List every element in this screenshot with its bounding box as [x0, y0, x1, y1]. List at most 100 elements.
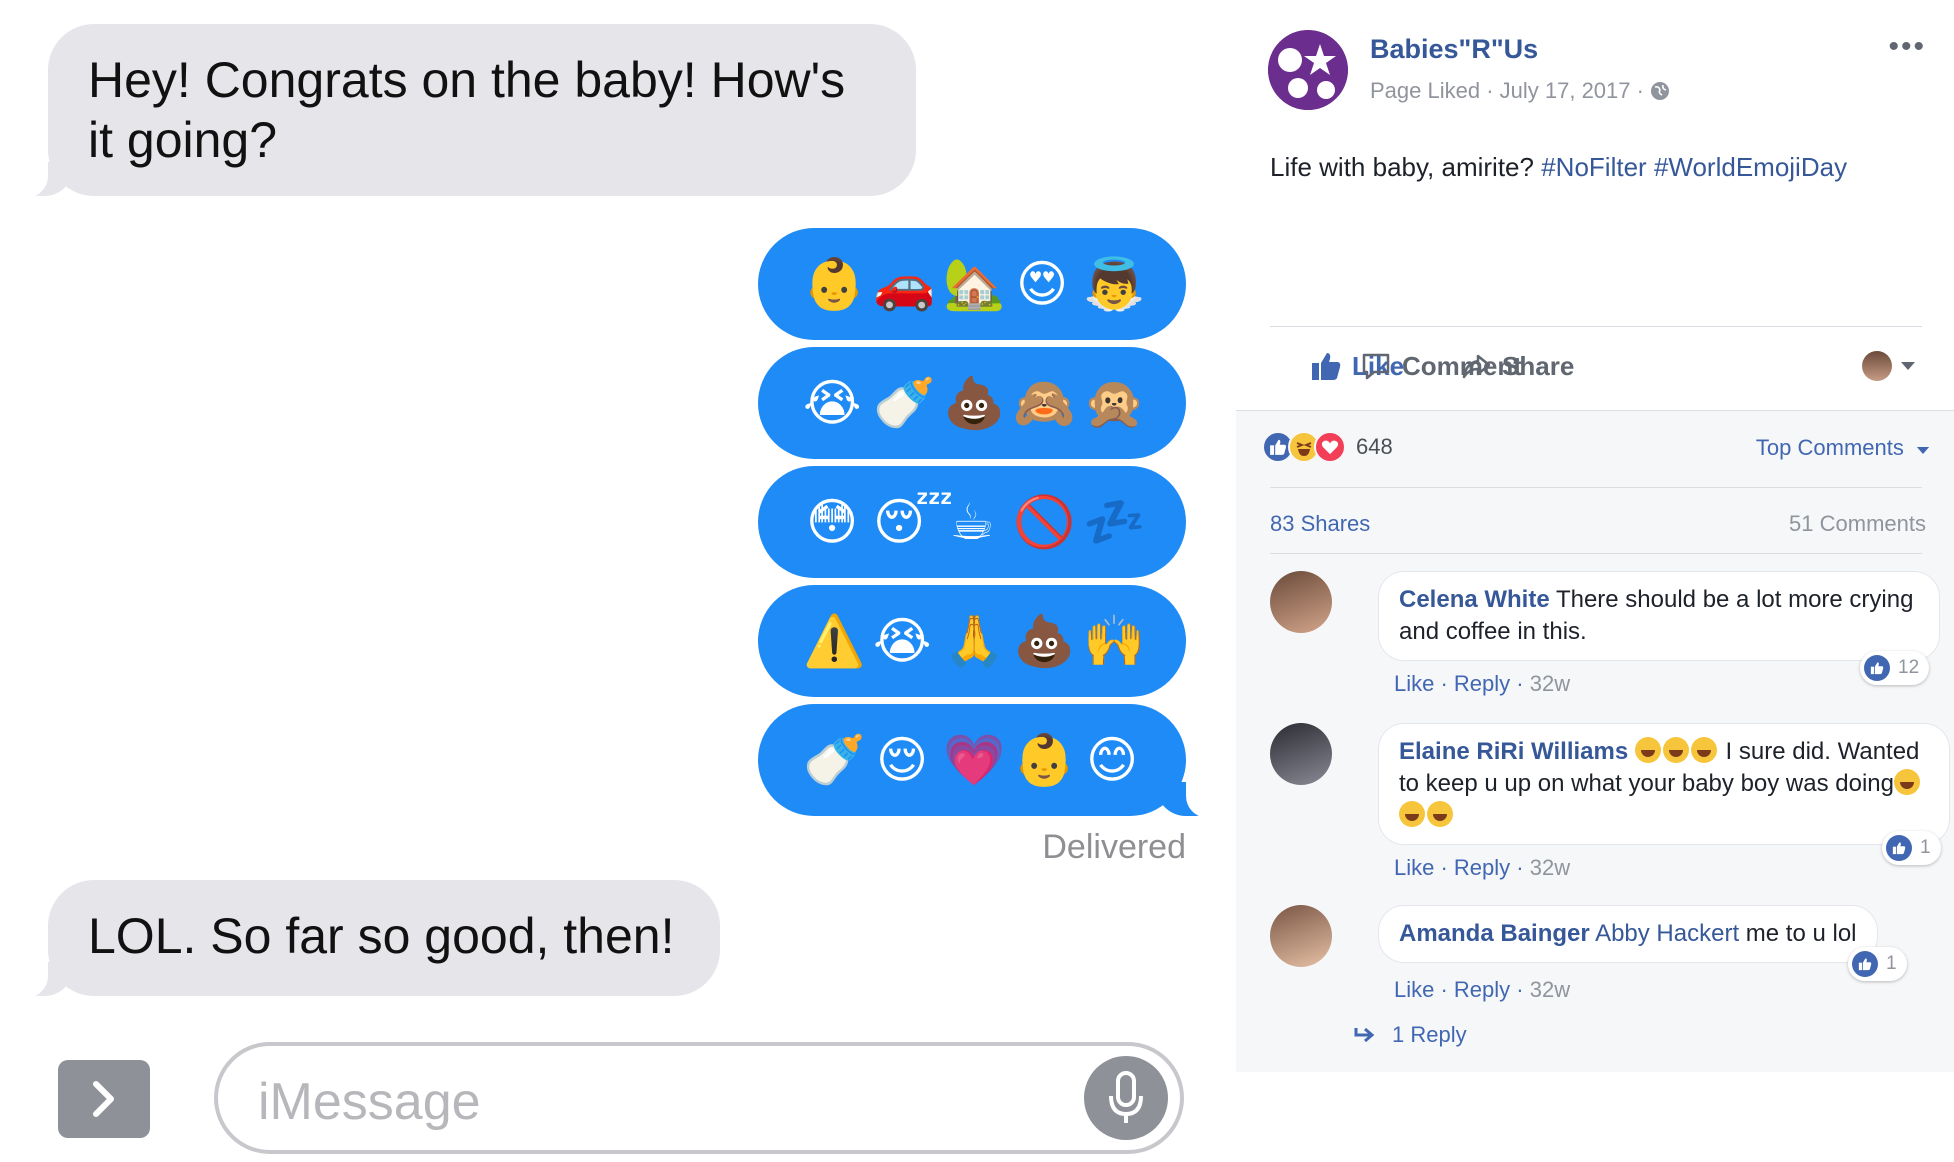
more-options-icon[interactable]: ••• — [1888, 30, 1926, 64]
emoji: 💩 — [1013, 611, 1076, 670]
comments-section: 648 Top Comments 83 Shares 51 Comments C… — [1236, 410, 1954, 1072]
page-avatar[interactable] — [1268, 30, 1348, 110]
outgoing-emoji-bubble: 😳 😴 ☕ 🚫 💤 — [758, 466, 1186, 578]
emoji: 👼 — [1083, 254, 1146, 313]
emoji: 🙈 — [1013, 373, 1076, 432]
outgoing-emoji-bubble: 😭 🍼 💩 🙈 🙊 — [758, 347, 1186, 459]
comment-reply-link[interactable]: Reply — [1454, 977, 1510, 1002]
comment-like-link[interactable]: Like — [1394, 977, 1434, 1002]
shares-count[interactable]: 83 Shares — [1270, 511, 1370, 537]
emoji: ☕ — [949, 493, 995, 551]
page-name[interactable]: Babies"R"Us — [1370, 34, 1538, 65]
avatar[interactable] — [1270, 905, 1332, 967]
reaction-count: 648 — [1356, 434, 1393, 459]
incoming-message-bubble: LOL. So far so good, then! — [18, 880, 720, 998]
emoji: 🙏 — [943, 611, 1006, 670]
comment-reply-link[interactable]: Reply — [1454, 671, 1510, 696]
emoji: 👶 — [803, 254, 866, 313]
tagged-user-link[interactable]: Abby Hackert — [1595, 920, 1739, 947]
babies-r-us-logo-icon — [1268, 30, 1348, 110]
emoji: 💗 — [943, 730, 1006, 789]
comment-like-count[interactable]: 1 — [1848, 947, 1907, 981]
thumbs-up-icon — [1864, 655, 1890, 681]
emoji: 🙌 — [1083, 611, 1146, 670]
reactions-summary[interactable]: 648 — [1262, 431, 1393, 463]
facebook-post: Babies"R"Us Page Liked · July 17, 2017 ·… — [1236, 0, 1954, 1162]
comment-actions: Like · Reply · 32w — [1394, 671, 1571, 696]
post-body: Life with baby, amirite? — [1270, 152, 1534, 182]
message-text: LOL. So far so good, then! — [88, 908, 675, 964]
emoji: 😭 — [873, 612, 932, 670]
post-text: Life with baby, amirite? #NoFilter #Worl… — [1270, 152, 1847, 183]
comment-bubble: Amanda Bainger Abby Hackert me to u lol — [1378, 905, 1878, 963]
chevron-right-icon — [93, 1081, 114, 1117]
like-count: 12 — [1898, 657, 1920, 678]
emoji: 😊 — [1085, 731, 1139, 789]
comment-like-link[interactable]: Like — [1394, 671, 1434, 696]
expand-apps-button[interactable] — [58, 1060, 150, 1138]
divider — [1270, 553, 1922, 554]
divider — [1270, 487, 1922, 488]
comment-bubble: Elaine RiRi Williams I sure did. Wanted … — [1378, 723, 1950, 845]
comment-author[interactable]: Celena White — [1399, 586, 1550, 613]
laughing-emoji-icon — [1634, 737, 1719, 765]
comment-reply-link[interactable]: Reply — [1454, 855, 1510, 880]
comment-author[interactable]: Amanda Bainger — [1399, 920, 1590, 947]
comment-time: 32w — [1529, 671, 1571, 696]
comment-icon — [1362, 353, 1390, 380]
emoji: 🚗 — [873, 254, 936, 313]
comment-author[interactable]: Elaine RiRi Williams — [1399, 738, 1628, 765]
emoji: 👶 — [1013, 730, 1076, 789]
avatar[interactable] — [1270, 723, 1332, 785]
emoji: ⚠️ — [803, 611, 866, 670]
love-reaction-icon — [1314, 431, 1346, 463]
emoji: 🚫 — [1013, 492, 1076, 551]
emoji: 🍼 — [803, 730, 866, 789]
post-actions: Like Comment Share — [1270, 336, 1922, 396]
top-comments-dropdown[interactable]: Top Comments — [1756, 435, 1930, 461]
emoji: 🙊 — [1083, 373, 1146, 432]
comment-actions: Like · Reply · 32w — [1394, 977, 1571, 1002]
emoji: 🏡 — [943, 254, 1006, 313]
post-meta: Page Liked · July 17, 2017 · — [1370, 78, 1670, 104]
hashtag-link[interactable]: #NoFilter — [1541, 152, 1646, 182]
avatar[interactable] — [1270, 571, 1332, 633]
view-replies-link[interactable]: 1 Reply — [1354, 1022, 1467, 1048]
caret-down-icon — [1916, 447, 1930, 454]
comment-time: 32w — [1529, 855, 1571, 880]
top-comments-label: Top Comments — [1755, 435, 1904, 460]
microphone-icon — [1109, 1071, 1143, 1123]
like-count: 1 — [1920, 837, 1931, 858]
emoji: 🍼 — [873, 373, 936, 432]
comment-like-link[interactable]: Like — [1394, 855, 1434, 880]
hashtag-link[interactable]: #WorldEmojiDay — [1654, 152, 1847, 182]
emoji: 😍 — [1015, 255, 1069, 313]
comment-like-count[interactable]: 1 — [1882, 831, 1941, 865]
outgoing-emoji-bubble: 🍼 😌 💗 👶 😊 — [758, 704, 1214, 818]
comment-button[interactable]: Comment — [1360, 350, 1954, 382]
comment-time: 32w — [1529, 977, 1571, 1002]
divider — [1270, 326, 1922, 327]
outgoing-emoji-bubble: ⚠️ 😭 🙏 💩 🙌 — [758, 585, 1186, 697]
comment-actions: Like · Reply · 32w — [1394, 855, 1571, 880]
outgoing-emoji-messages: 👶 🚗 🏡 😍 👼 😭 🍼 💩 🙈 🙊 😳 😴 ☕ 🚫 💤 ⚠️ 😭 🙏 💩 🙌 🍼 😌 💗 👶 😊 — [758, 228, 1214, 823]
globe-icon — [1650, 82, 1669, 100]
thumbs-up-icon — [1312, 353, 1341, 380]
comment-label: Comment — [1402, 350, 1522, 381]
message-text: Hey! Congrats on the baby! How's it goin… — [88, 52, 846, 168]
emoji: 😴 — [873, 493, 954, 551]
comment-text: me to u lol — [1745, 920, 1857, 947]
thumbs-up-icon — [1852, 951, 1878, 977]
incoming-message-bubble: Hey! Congrats on the baby! How's it goin… — [18, 24, 916, 198]
post-meta-text: Page Liked · July 17, 2017 · — [1370, 78, 1644, 103]
imessage-input[interactable]: iMessage — [214, 1042, 1184, 1154]
microphone-button[interactable] — [1084, 1056, 1168, 1140]
comments-count[interactable]: 51 Comments — [1789, 511, 1926, 537]
comment-bubble: Celena White There should be a lot more … — [1378, 571, 1940, 661]
comment-like-count[interactable]: 12 — [1860, 651, 1930, 685]
input-placeholder: iMessage — [258, 1073, 481, 1131]
reply-arrow-icon — [1354, 1027, 1375, 1043]
emoji: 😳 — [805, 493, 859, 551]
outgoing-emoji-bubble: 👶 🚗 🏡 😍 👼 — [758, 228, 1186, 340]
thumbs-up-icon — [1886, 835, 1912, 861]
